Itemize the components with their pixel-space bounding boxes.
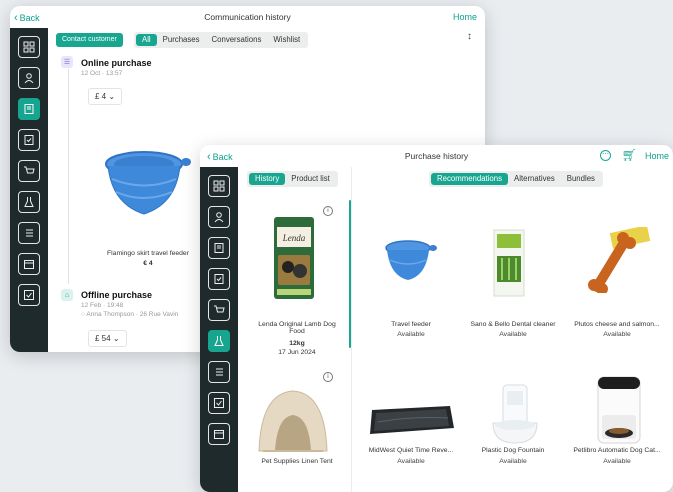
checkbox-icon[interactable]	[208, 392, 230, 414]
history-icon[interactable]	[18, 98, 40, 120]
tab-alternatives[interactable]: Alternatives	[508, 173, 561, 185]
recommendation-status: Available	[499, 458, 527, 465]
recommendation-name: Travel feeder	[391, 321, 431, 328]
contact-customer-button[interactable]: Contact customer	[56, 33, 123, 47]
offline-purchase-title: Offline purchase	[81, 290, 153, 300]
list-icon[interactable]	[18, 222, 40, 244]
automatic-feeder-image	[597, 376, 641, 444]
cheese-salmon-chew-image	[588, 227, 651, 293]
grid-icon[interactable]	[18, 36, 40, 58]
cart-icon[interactable]	[18, 160, 40, 182]
online-product-name: Flamingo skirt travel feeder	[107, 250, 189, 257]
receipt-icon[interactable]	[18, 129, 40, 151]
history-scrollbar[interactable]	[349, 200, 351, 348]
offline-price-select[interactable]: £ 54 ⌄	[88, 330, 127, 347]
recommendation-name: Plastic Dog Fountain	[481, 447, 545, 454]
recommendation-name: MidWest Quiet Time Reve...	[368, 447, 454, 454]
calendar-icon[interactable]	[18, 253, 40, 275]
recommendation-status: Available	[397, 458, 425, 465]
tab-product-list[interactable]: Product list	[285, 173, 336, 185]
chevron-down-icon: ⌄	[108, 92, 116, 101]
recommendation-name: Petlibro Automatic Dog Cat...	[573, 447, 661, 454]
history-item-size: 12kg	[289, 340, 305, 347]
online-price-select[interactable]: £ 4 ⌄	[88, 88, 123, 105]
info-icon[interactable]: i	[323, 206, 333, 216]
recommendation-name: Plutos cheese and salmon...	[574, 321, 660, 328]
location-pin-icon: ○	[81, 311, 85, 318]
flask-icon[interactable]	[18, 191, 40, 213]
travel-feeder-image	[105, 151, 191, 215]
calendar-icon[interactable]	[208, 423, 230, 445]
tab-bundles[interactable]: Bundles	[561, 173, 601, 185]
crate-mat-image	[370, 406, 454, 434]
filter-tabs: All Purchases Conversations Wishlist	[134, 32, 309, 48]
tab-purchases[interactable]: Purchases	[157, 34, 206, 46]
history-tabs: History Product list	[247, 171, 338, 187]
home-button[interactable]: Home	[453, 12, 477, 22]
tab-history[interactable]: History	[249, 173, 286, 185]
offline-purchase-location: ○ Anna Thompson · 26 Rue Vavin	[81, 311, 179, 318]
purchase-history-window: ‹ Back Purchase history ⋯ 🛒︎ Home History…	[200, 145, 673, 492]
dog-fountain-image	[492, 384, 538, 444]
chevron-down-icon: ⌄	[112, 334, 120, 343]
offline-purchase-icon: ⌂	[61, 289, 73, 301]
cart-icon[interactable]	[208, 299, 230, 321]
cart-icon[interactable]: 🛒︎	[622, 148, 637, 162]
tab-recommendations[interactable]: Recommendations	[431, 173, 509, 185]
sidebar	[200, 167, 238, 492]
travel-feeder-image	[385, 240, 437, 280]
grid-icon[interactable]	[208, 175, 230, 197]
flask-icon[interactable]	[208, 330, 230, 352]
tab-wishlist[interactable]: Wishlist	[267, 34, 306, 46]
recommendation-status: Available	[603, 458, 631, 465]
list-icon[interactable]	[208, 361, 230, 383]
user-icon[interactable]	[18, 67, 40, 89]
lamb-dog-food-image: Lenda	[274, 217, 314, 299]
recommendation-tabs: Recommendations Alternatives Bundles	[429, 171, 603, 187]
recommendation-name: Sano & Bello Dental cleaner	[470, 321, 556, 328]
brand-logo-text: Lenda	[282, 233, 306, 243]
more-options-icon[interactable]: ⋯	[600, 150, 611, 161]
sort-icon[interactable]: ↕	[467, 31, 472, 42]
recommendation-status: Available	[397, 331, 425, 338]
checkbox-icon[interactable]	[18, 284, 40, 306]
history-icon[interactable]	[208, 237, 230, 259]
timeline-line	[68, 69, 69, 284]
online-product-price: € 4	[143, 260, 153, 267]
offline-purchase-date: 12 Feb · 19:48	[81, 302, 124, 309]
top-bar: ‹ Back Purchase history ⋯ 🛒︎ Home	[200, 145, 673, 167]
receipt-icon[interactable]	[208, 268, 230, 290]
tab-all[interactable]: All	[136, 34, 157, 46]
home-button[interactable]: Home	[645, 151, 669, 161]
history-item-date: 17 Jun 2024	[278, 349, 316, 356]
panel-divider	[351, 167, 352, 492]
recommendation-status: Available	[603, 331, 631, 338]
sidebar	[10, 28, 48, 352]
online-purchase-icon: ☰	[61, 56, 73, 68]
online-purchase-title: Online purchase	[81, 58, 152, 68]
info-icon[interactable]: i	[323, 372, 333, 382]
page-title: Communication history	[204, 12, 291, 22]
history-item-name: Lenda Original Lamb Dog Food	[258, 321, 336, 335]
dental-cleaner-image	[493, 229, 525, 297]
online-purchase-date: 12 Oct · 13:57	[81, 70, 123, 77]
user-icon[interactable]	[208, 206, 230, 228]
top-bar: ‹ Back Communication history Home	[10, 6, 485, 28]
tab-conversations[interactable]: Conversations	[206, 34, 268, 46]
history-item-name: Pet Supplies Linen Tent	[261, 458, 333, 465]
linen-tent-image	[258, 390, 328, 452]
recommendation-status: Available	[499, 331, 527, 338]
